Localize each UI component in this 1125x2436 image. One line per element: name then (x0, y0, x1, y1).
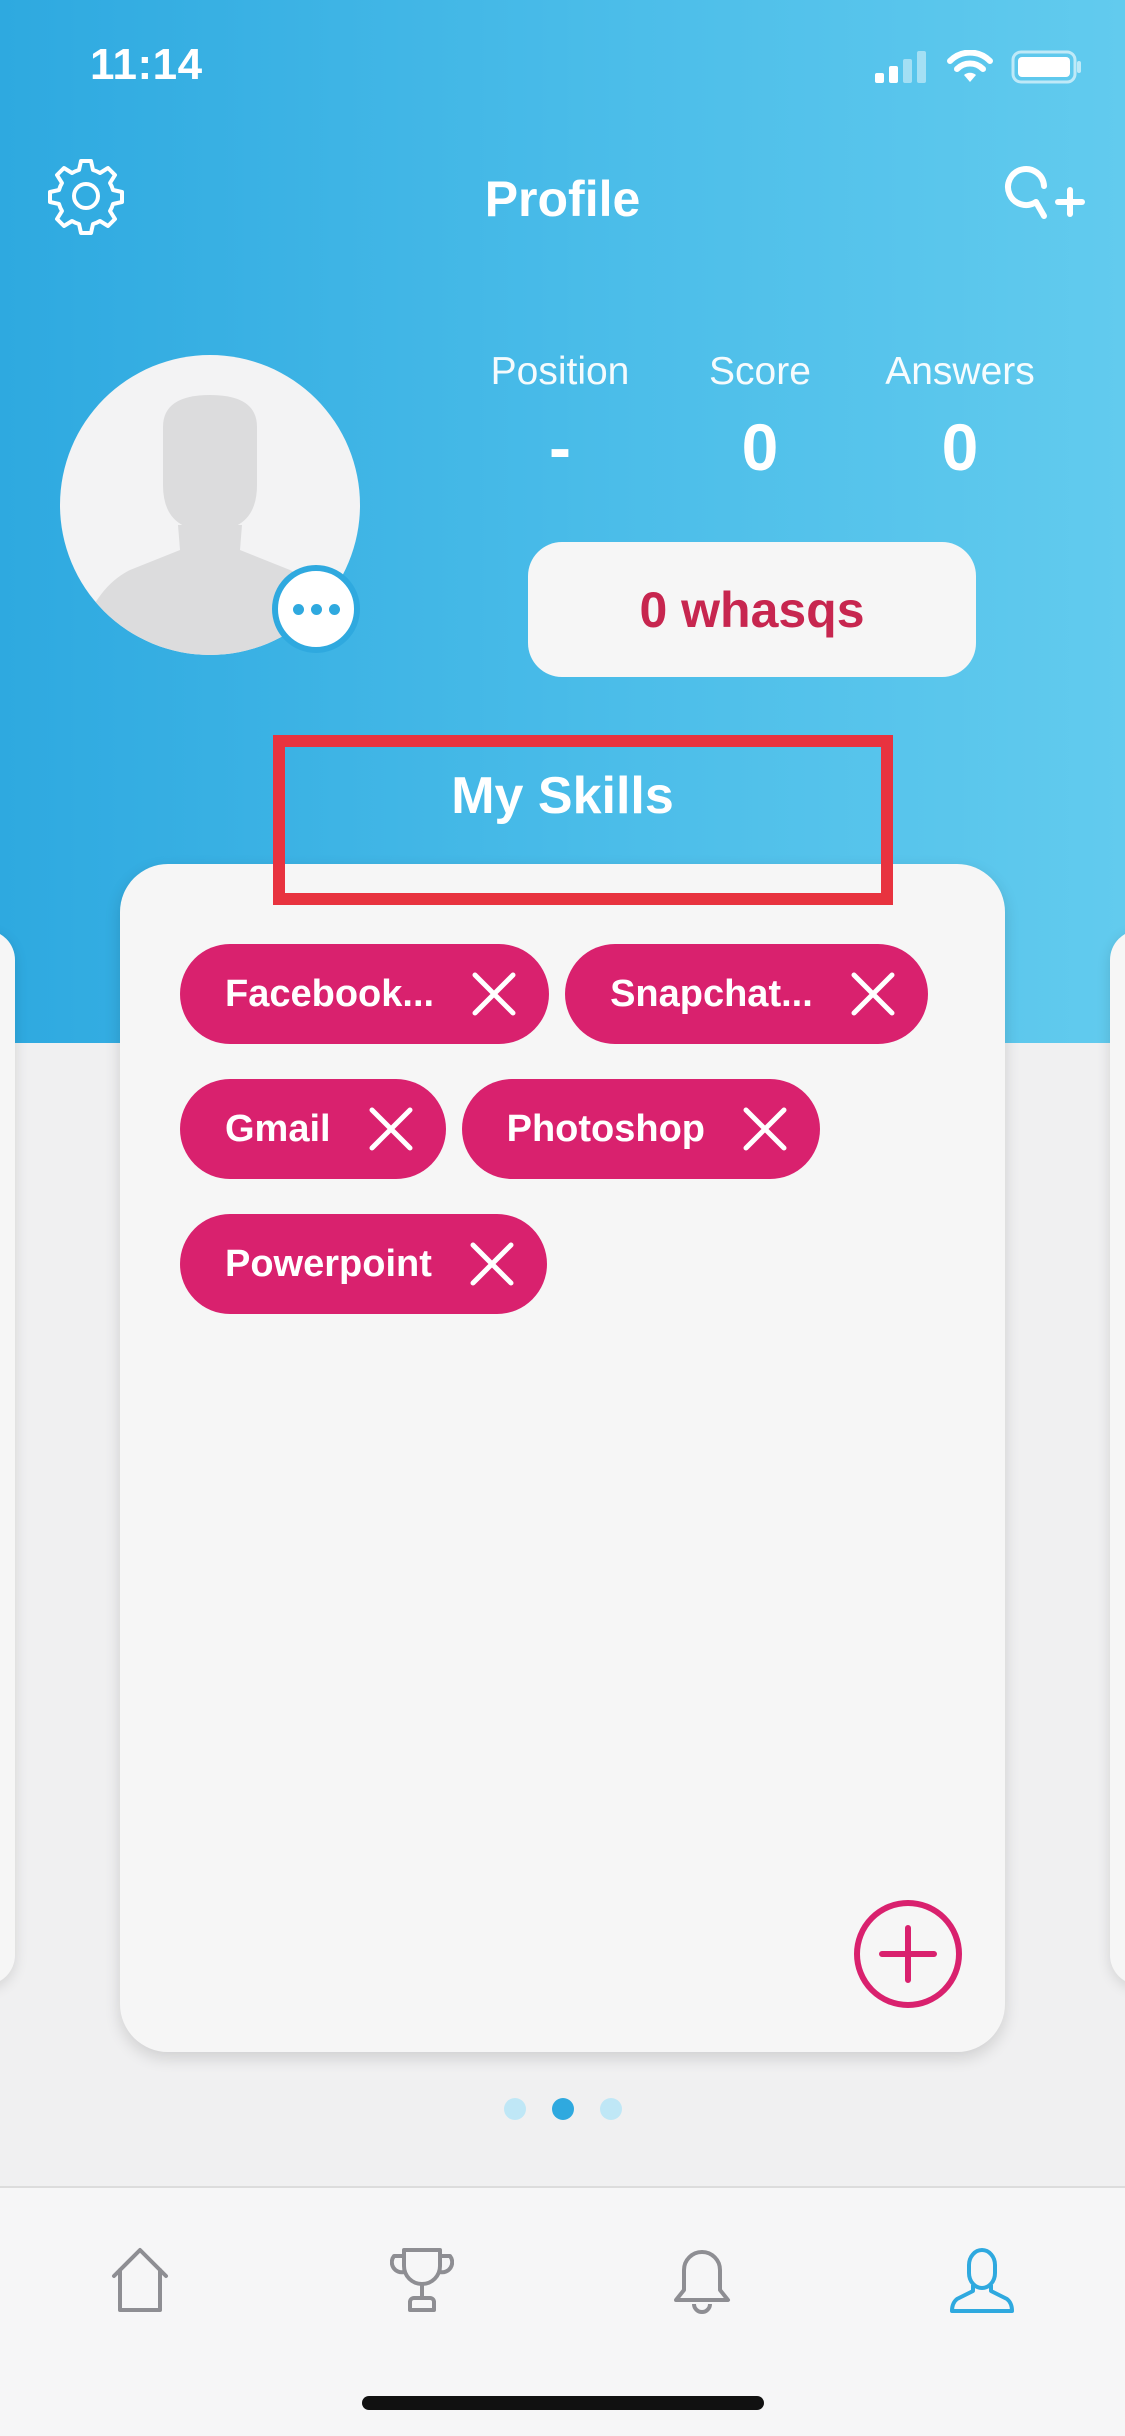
skill-chip[interactable]: Gmail (180, 1079, 446, 1179)
stat-value: 0 (941, 410, 979, 484)
stat-value: 0 (741, 410, 779, 484)
status-bar: 11:14 (0, 0, 1125, 135)
pager-dot[interactable] (599, 2098, 622, 2120)
skill-chip[interactable]: Facebook... (180, 944, 550, 1044)
stat-label: Answers (885, 350, 1035, 393)
profile-screen: 11:14 Profile Position - Score 0 Answers… (0, 0, 1125, 2436)
search-add-button[interactable] (999, 160, 1089, 240)
remove-skill-button[interactable] (843, 964, 903, 1024)
top-bar: Profile (0, 140, 1125, 260)
user-icon (950, 2248, 1014, 2313)
skill-chip-label: Photoshop (506, 1107, 706, 1150)
status-time: 11:14 (90, 40, 203, 89)
tab-home[interactable] (90, 2230, 190, 2330)
stats-row: Position - Score 0 Answers 0 (470, 350, 1050, 480)
trophy-icon (390, 2248, 454, 2312)
close-icon (472, 972, 516, 1016)
tab-profile[interactable] (932, 2230, 1032, 2330)
battery-icon (1011, 50, 1083, 89)
skill-chip-label: Snapchat... (610, 972, 813, 1015)
avatar-options-button[interactable] (272, 565, 360, 653)
skills-heading: My Skills (451, 767, 674, 825)
stat-answers: Answers 0 (870, 350, 1050, 480)
cellular-signal-icon (875, 51, 929, 88)
tab-notifications[interactable] (652, 2230, 752, 2330)
plus-icon (879, 1925, 937, 1983)
stat-label: Position (490, 350, 630, 393)
bell-icon (674, 2250, 730, 2314)
skill-chip[interactable]: Snapchat... (565, 944, 928, 1044)
pager-dot-active[interactable] (551, 2098, 574, 2120)
whasqs-button[interactable]: 0 whasqs (528, 542, 976, 677)
skill-chip[interactable]: Powerpoint (180, 1214, 547, 1314)
previous-card[interactable] (0, 930, 15, 1985)
skill-chip-label: Powerpoint (225, 1242, 432, 1285)
stat-value: - (549, 410, 571, 484)
skill-chip-label: Gmail (225, 1107, 331, 1150)
skill-chip-label: Facebook... (225, 972, 435, 1015)
search-add-icon (1002, 162, 1086, 239)
skills-list: Facebook... Snapchat... Gmail Photoshop (180, 944, 960, 1314)
stat-score: Score 0 (670, 350, 850, 480)
remove-skill-button[interactable] (464, 964, 524, 1024)
more-dot-icon (328, 603, 340, 615)
home-icon (112, 2248, 168, 2312)
tab-leaderboard[interactable] (372, 2230, 472, 2330)
close-icon (851, 972, 895, 1016)
home-indicator (362, 2396, 764, 2410)
stat-position: Position - (470, 350, 650, 480)
page-title: Profile (484, 171, 641, 227)
skill-chip[interactable]: Photoshop (461, 1079, 821, 1179)
close-icon (369, 1107, 413, 1151)
remove-skill-button[interactable] (462, 1234, 522, 1294)
wifi-icon (947, 49, 993, 89)
remove-skill-button[interactable] (361, 1099, 421, 1159)
stat-label: Score (709, 350, 811, 393)
add-skill-button[interactable] (854, 1900, 962, 2008)
remove-skill-button[interactable] (735, 1099, 795, 1159)
skills-card: Facebook... Snapchat... Gmail Photoshop (120, 864, 1005, 2052)
close-icon (470, 1242, 514, 1286)
status-icons (875, 49, 1083, 89)
more-dot-icon (292, 603, 304, 615)
next-card[interactable] (1110, 930, 1125, 1985)
more-dot-icon (310, 603, 322, 615)
close-icon (743, 1107, 787, 1151)
page-indicator (0, 2098, 1125, 2120)
pager-dot[interactable] (503, 2098, 526, 2120)
